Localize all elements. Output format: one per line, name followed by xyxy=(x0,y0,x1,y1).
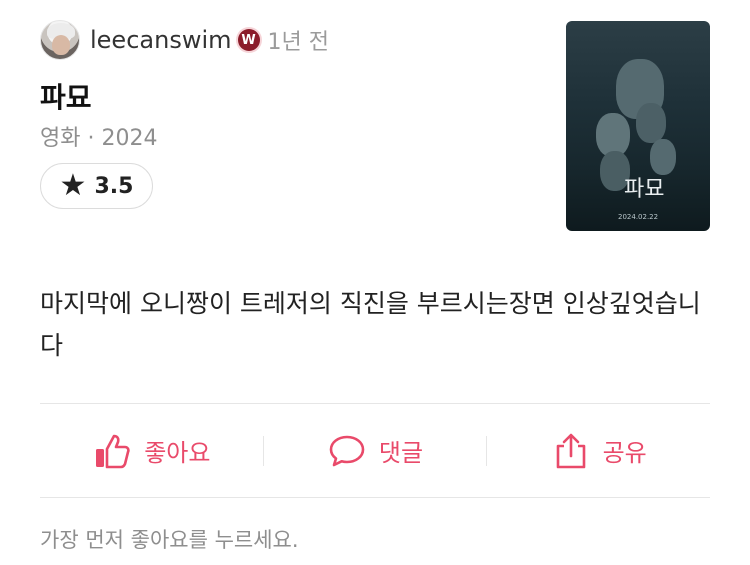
action-bar: 좋아요 댓글 공유 xyxy=(40,404,710,497)
poster-figure xyxy=(636,103,666,143)
review-text: 마지막에 오니짱이 트레저의 직진을 부르시는장면 인상깊엇습니다 xyxy=(40,289,701,360)
share-icon xyxy=(556,433,585,468)
comment-label: 댓글 xyxy=(378,439,424,467)
share-button[interactable]: 공유 xyxy=(487,431,710,471)
avatar-face xyxy=(52,35,70,55)
poster-date: 2024.02.22 xyxy=(618,213,659,221)
poster-title: 파묘 xyxy=(624,177,665,202)
thumbs-up-icon xyxy=(96,434,130,468)
rating-pill: ★ 3.5 xyxy=(40,163,153,209)
divider xyxy=(40,497,710,498)
comment-button[interactable]: 댓글 xyxy=(264,431,487,471)
poster-figure xyxy=(650,139,676,175)
share-label: 공유 xyxy=(602,439,647,467)
like-button[interactable]: 좋아요 xyxy=(40,431,263,471)
post-time: 1년 전 xyxy=(267,30,329,55)
first-like-prompt: 가장 먼저 좋아요를 누르세요. xyxy=(40,528,299,552)
rating-value: 3.5 xyxy=(94,173,134,199)
movie-poster[interactable]: 파묘 2024.02.22 xyxy=(566,21,710,231)
speech-bubble-icon xyxy=(329,435,365,466)
user-badge-icon: W xyxy=(237,29,260,51)
star-icon: ★ xyxy=(59,168,87,203)
movie-meta: 영화 · 2024 xyxy=(40,126,158,151)
like-label: 좋아요 xyxy=(144,439,211,467)
user-avatar[interactable] xyxy=(40,20,80,60)
movie-title[interactable]: 파묘 xyxy=(40,76,92,116)
review-header: leecanswim W 1년 전 xyxy=(40,20,329,60)
username[interactable]: leecanswim xyxy=(90,26,232,54)
